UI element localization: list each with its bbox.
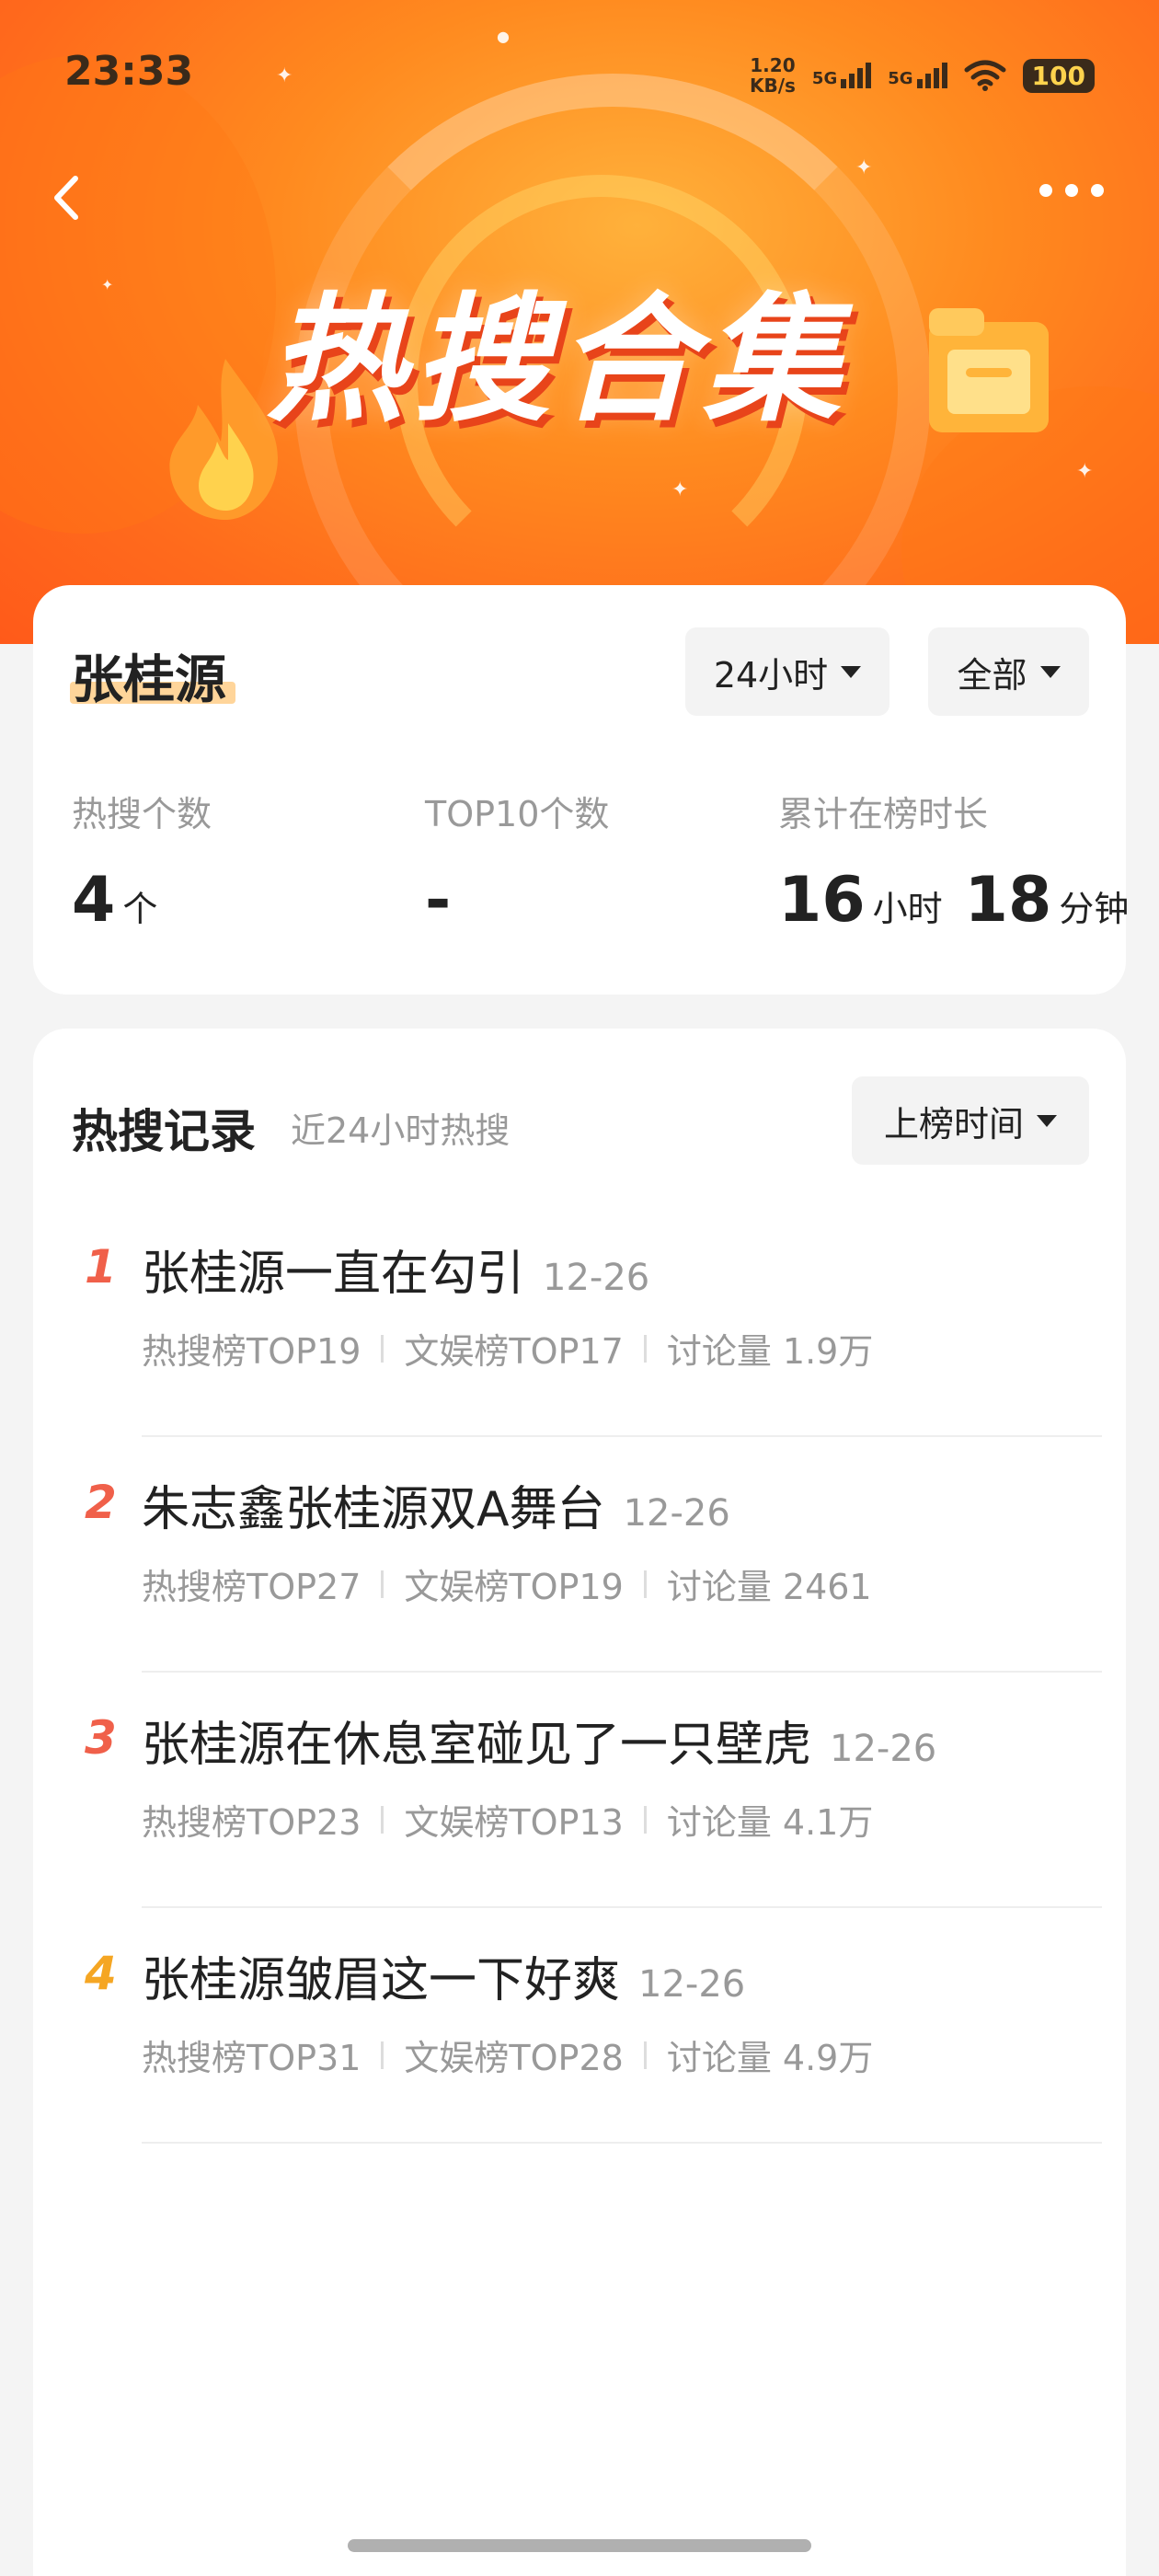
stat-unit: 个 xyxy=(122,889,158,929)
more-dots-icon xyxy=(1039,184,1052,197)
record-date: 12-26 xyxy=(543,1257,650,1299)
sparkle-icon: ✦ xyxy=(1076,460,1094,483)
folder-icon xyxy=(929,308,1049,432)
record-title[interactable]: 朱志鑫张桂源双A舞台 12-26 xyxy=(142,1470,730,1539)
record-meta: 热搜榜TOP23 文娱榜TOP13 讨论量 4.1万 xyxy=(142,1794,873,1845)
sparkle-icon: ✦ xyxy=(101,276,114,293)
signal-icon: 5G xyxy=(888,63,947,88)
record-hot-rank: 热搜榜TOP27 xyxy=(142,1567,361,1607)
record-rank: 2 xyxy=(85,1476,117,1529)
record-ent-rank: 文娱榜TOP13 xyxy=(404,1802,624,1843)
record-item[interactable]: 2 朱志鑫张桂源双A舞台 12-26 热搜榜TOP27 文娱榜TOP19 讨论量 … xyxy=(33,1457,1126,1693)
record-discussion: 讨论量 4.9万 xyxy=(666,2038,874,2078)
category-filter-label: 全部 xyxy=(957,654,1027,696)
records-card: 热搜记录 近24小时热搜 上榜时间 1 张桂源一直在勾引 12-26 热搜榜TOP… xyxy=(33,1029,1126,2576)
sparkle-icon: ✦ xyxy=(671,478,689,501)
stat-minutes: 18 xyxy=(964,864,1052,937)
wifi-icon xyxy=(964,60,1006,91)
stat-hours: 16 xyxy=(778,864,866,937)
sparkle-icon: ✦ xyxy=(855,156,873,179)
summary-card: 张桂源 24小时 全部 热搜个数 4 个 TOP10个数 - 累计在榜时长 16… xyxy=(33,585,1129,995)
topic-name: 张桂源 xyxy=(72,650,226,710)
record-meta: 热搜榜TOP27 文娱榜TOP19 讨论量 2461 xyxy=(142,1558,872,1609)
time-filter-label: 24小时 xyxy=(713,654,829,696)
record-discussion: 讨论量 2461 xyxy=(666,1567,872,1607)
caret-down-icon xyxy=(841,665,862,678)
stat-unit: 分钟 xyxy=(1059,889,1130,929)
banner-title: 热搜合集 xyxy=(267,281,849,441)
record-ent-rank: 文娱榜TOP17 xyxy=(404,1331,624,1372)
record-date: 12-26 xyxy=(638,1963,746,2006)
record-item[interactable]: 1 张桂源一直在勾引 12-26 热搜榜TOP19 文娱榜TOP17 讨论量 1.… xyxy=(33,1222,1126,1457)
record-rank: 3 xyxy=(85,1711,117,1765)
record-meta: 热搜榜TOP31 文娱榜TOP28 讨论量 4.9万 xyxy=(142,2030,873,2080)
status-icons: 1.20 KB/s 5G 5G 100 xyxy=(750,55,1095,96)
stat-value: 16 小时 18 分钟 xyxy=(778,864,1129,937)
record-rank: 4 xyxy=(85,1947,117,2000)
stat-top10-count: TOP10个数 - xyxy=(425,786,609,937)
stat-label: 累计在榜时长 xyxy=(778,794,989,834)
signal-label: 5G xyxy=(811,69,838,88)
stat-number: - xyxy=(425,864,452,937)
record-title[interactable]: 张桂源皱眉这一下好爽 12-26 xyxy=(142,1941,745,2010)
stat-unit: 小时 xyxy=(872,889,943,929)
sort-dropdown[interactable]: 上榜时间 xyxy=(852,1076,1089,1165)
stat-total-duration: 累计在榜时长 16 小时 18 分钟 xyxy=(778,786,1129,937)
battery-icon: 100 xyxy=(1022,58,1095,93)
signal-label: 5G xyxy=(888,69,913,88)
record-meta: 热搜榜TOP19 文娱榜TOP17 讨论量 1.9万 xyxy=(142,1323,873,1374)
time-filter-dropdown[interactable]: 24小时 xyxy=(685,627,889,716)
record-item[interactable]: 3 张桂源在休息室碰见了一只壁虎 12-26 热搜榜TOP23 文娱榜TOP13 … xyxy=(33,1693,1126,1928)
record-date: 12-26 xyxy=(623,1492,730,1535)
record-date: 12-26 xyxy=(830,1728,937,1770)
record-rank: 1 xyxy=(85,1240,117,1294)
network-speed-unit: KB/s xyxy=(749,75,796,97)
stat-value: 4 个 xyxy=(72,864,212,937)
records-subtitle: 近24小时热搜 xyxy=(291,1110,511,1151)
record-title[interactable]: 张桂源一直在勾引 12-26 xyxy=(142,1235,649,1304)
record-discussion: 讨论量 1.9万 xyxy=(666,1331,874,1372)
more-button[interactable] xyxy=(1039,184,1104,197)
status-time: 23:33 xyxy=(64,48,194,95)
record-discussion: 讨论量 4.1万 xyxy=(666,1802,874,1843)
divider xyxy=(142,1671,1102,1673)
network-speed-value: 1.20 xyxy=(750,54,796,76)
divider xyxy=(142,1435,1102,1437)
status-bar: 23:33 1.20 KB/s 5G 5G 100 xyxy=(0,0,1159,147)
record-hot-rank: 热搜榜TOP23 xyxy=(142,1802,361,1843)
record-ent-rank: 文娱榜TOP19 xyxy=(404,1567,624,1607)
stat-label: 热搜个数 xyxy=(72,794,212,834)
stat-label: TOP10个数 xyxy=(425,794,610,834)
divider xyxy=(142,2142,1102,2144)
records-title: 热搜记录 xyxy=(72,1105,256,1158)
home-indicator[interactable] xyxy=(348,2539,811,2552)
record-item[interactable]: 4 张桂源皱眉这一下好爽 12-26 热搜榜TOP31 文娱榜TOP28 讨论量 … xyxy=(33,1928,1126,2164)
chevron-left-icon xyxy=(54,176,78,220)
record-hot-rank: 热搜榜TOP31 xyxy=(142,2038,361,2078)
stat-hot-search-count: 热搜个数 4 个 xyxy=(72,786,212,937)
caret-down-icon xyxy=(1037,1114,1057,1127)
stat-number: 4 xyxy=(72,864,116,937)
sort-label: 上榜时间 xyxy=(883,1103,1024,1144)
signal-icon: 5G xyxy=(811,63,872,88)
category-filter-dropdown[interactable]: 全部 xyxy=(928,627,1089,716)
record-hot-rank: 热搜榜TOP19 xyxy=(142,1331,361,1372)
header-banner: ✦ ● ✦ ✦ ✦ ✦ 23:33 1.20 KB/s 5G 5G 100 热搜… xyxy=(0,0,1159,644)
divider xyxy=(142,1906,1102,1908)
network-speed: 1.20 KB/s xyxy=(750,55,796,96)
stat-value: - xyxy=(425,864,609,937)
record-title[interactable]: 张桂源在休息室碰见了一只壁虎 12-26 xyxy=(142,1706,936,1775)
record-ent-rank: 文娱榜TOP28 xyxy=(404,2038,624,2078)
back-button[interactable] xyxy=(37,166,101,230)
caret-down-icon xyxy=(1039,665,1061,678)
